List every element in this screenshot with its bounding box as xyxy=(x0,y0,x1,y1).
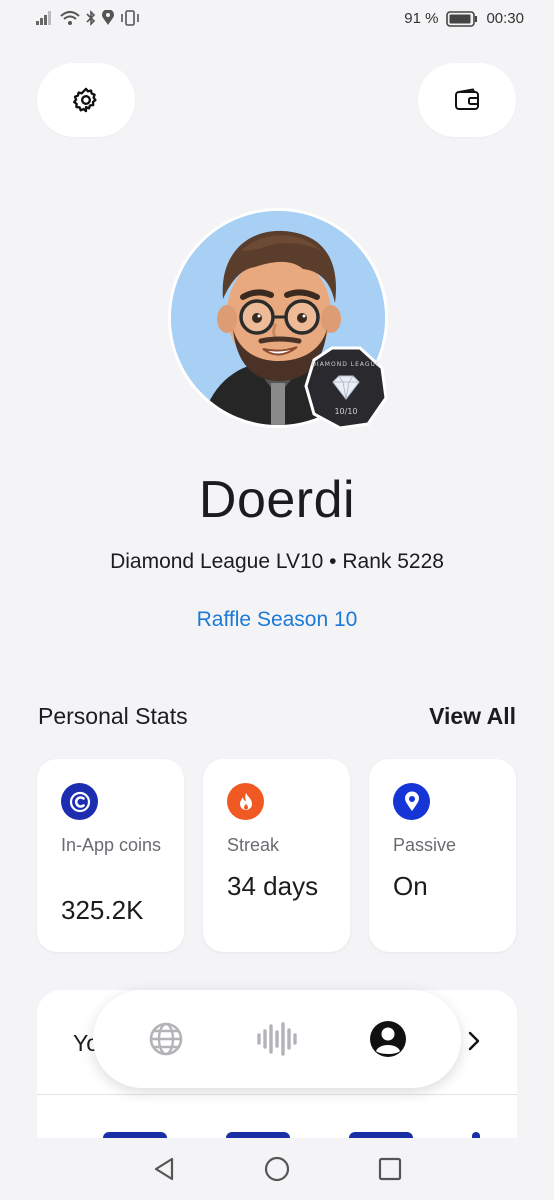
globe-icon xyxy=(150,1022,183,1056)
back-icon[interactable] xyxy=(151,1156,177,1182)
stat-value: On xyxy=(393,871,428,901)
bluetooth-icon xyxy=(86,10,96,26)
personal-stats-title: Personal Stats xyxy=(38,703,188,729)
clock: 00:30 xyxy=(486,10,524,27)
location-icon xyxy=(102,10,114,25)
nav-profile[interactable] xyxy=(358,1009,418,1069)
stat-label: In-App coins xyxy=(61,835,162,855)
view-all-button[interactable]: View All xyxy=(429,703,516,730)
chevron-right-icon[interactable] xyxy=(467,1030,481,1057)
soundwave-icon xyxy=(257,1022,297,1056)
stat-card-streak[interactable]: Streak 34 days xyxy=(203,759,350,952)
vibrate-icon xyxy=(121,10,139,26)
nav-audio[interactable] xyxy=(247,1009,307,1069)
profile-icon xyxy=(369,1021,406,1057)
profile-username: Doerdi xyxy=(198,471,356,529)
home-icon[interactable] xyxy=(263,1155,291,1183)
status-bar: 91 % 00:30 xyxy=(0,0,554,40)
status-icons-right: 91 % 00:30 xyxy=(404,10,524,27)
coin-icon xyxy=(61,783,98,820)
system-navigation-bar xyxy=(0,1138,554,1200)
gear-icon xyxy=(73,87,97,113)
battery-icon xyxy=(446,10,478,27)
stat-label: Passive xyxy=(393,835,457,855)
profile-avatar[interactable]: DIAMOND LEAGUE 10/10 xyxy=(168,208,388,430)
signal-icon xyxy=(36,11,51,25)
nav-explore[interactable] xyxy=(136,1009,196,1069)
recents-icon[interactable] xyxy=(377,1156,403,1182)
stat-value: 325.2K xyxy=(61,895,144,925)
badge-level: 10/10 xyxy=(334,407,357,416)
stat-card-passive[interactable]: Passive On xyxy=(369,759,516,952)
location-pin-icon xyxy=(393,783,430,820)
stat-label: Streak xyxy=(227,835,280,855)
battery-percent: 91 % xyxy=(404,10,439,27)
badge-title: DIAMOND LEAGUE xyxy=(311,361,380,368)
diamond-badge-icon: DIAMOND LEAGUE 10/10 xyxy=(304,346,388,430)
settings-button[interactable] xyxy=(37,63,135,137)
diamond-league-badge: DIAMOND LEAGUE 10/10 xyxy=(302,344,390,432)
wallet-icon xyxy=(455,88,479,110)
floating-tab-bar xyxy=(93,990,461,1088)
stat-card-in-app-coins[interactable]: In-App coins 325.2K xyxy=(37,759,184,952)
divider xyxy=(37,1094,517,1095)
wifi-icon xyxy=(60,10,80,25)
profile-league-rank: Diamond League LV10 • Rank 5228 xyxy=(110,550,444,573)
flame-icon xyxy=(227,783,264,820)
wallet-button[interactable] xyxy=(418,63,516,137)
stat-value: 34 days xyxy=(227,871,319,901)
raffle-season-link[interactable]: Raffle Season 10 xyxy=(0,608,554,632)
status-icons-left xyxy=(36,10,140,26)
